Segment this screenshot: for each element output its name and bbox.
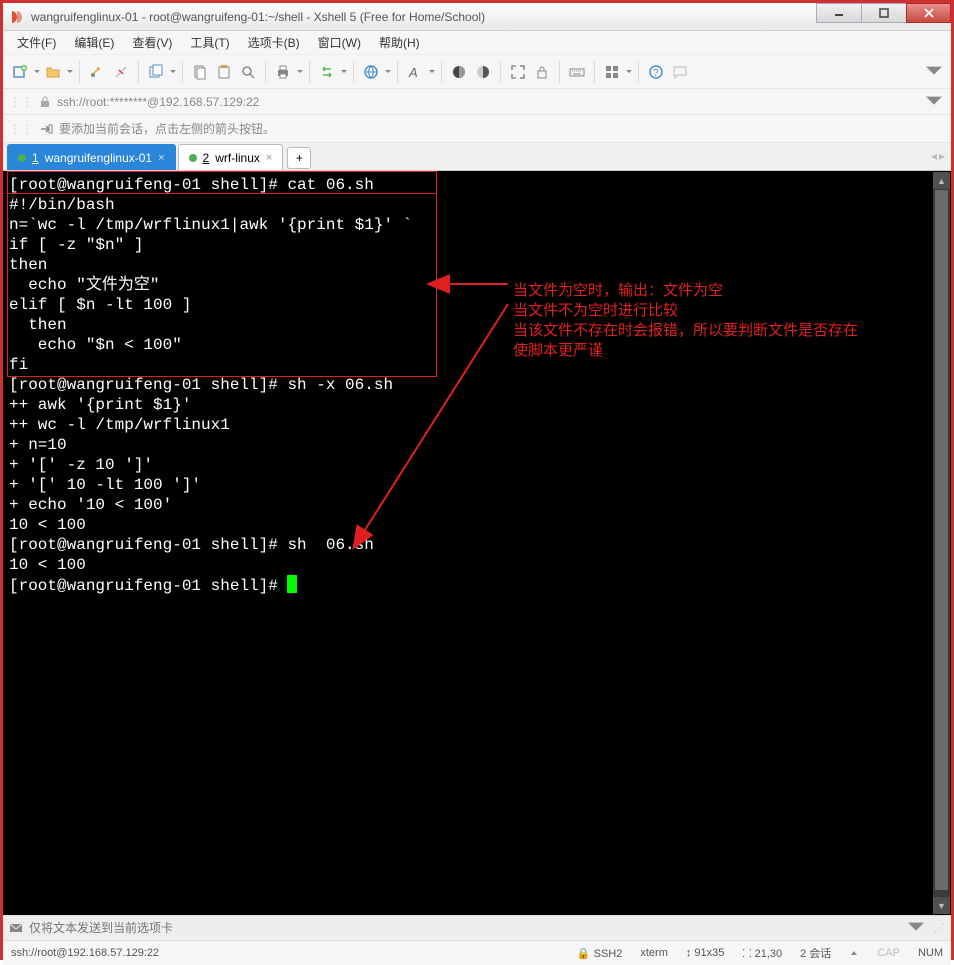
send-grip[interactable]: ⋰ [933, 921, 945, 935]
tabbar: 1 wangruifenglinux-01 × 2 wrf-linux × + … [3, 143, 951, 171]
tab-1[interactable]: 1 wangruifenglinux-01 × [7, 144, 176, 170]
status-dot-icon [189, 154, 197, 162]
menu-tools[interactable]: 工具(T) [182, 32, 237, 53]
paste-button[interactable] [213, 61, 235, 83]
infobar: ⋮⋮ 要添加当前会话，点击左侧的箭头按钮。 [3, 115, 951, 143]
web-button[interactable] [360, 61, 382, 83]
status-ssh: 🔒 SSH2 [577, 947, 623, 960]
tab-1-close[interactable]: × [158, 152, 164, 164]
font-button[interactable]: A [404, 61, 426, 83]
toolbar: A ? [3, 55, 951, 89]
close-button[interactable] [906, 3, 951, 23]
tab-2-label: wrf-linux [215, 151, 260, 165]
reconnect-button[interactable] [86, 61, 108, 83]
menu-tabs[interactable]: 选项卡(B) [240, 32, 308, 53]
status-num: NUM [918, 947, 943, 959]
window-title: wangruifenglinux-01 - root@wangruifeng-0… [31, 10, 485, 24]
infobar-text: 要添加当前会话，点击左侧的箭头按钮。 [59, 120, 275, 137]
annotation-arrows [3, 171, 943, 911]
addressbar: ⋮⋮ ssh://root:********@192.168.57.129:22 [3, 89, 951, 115]
titlebar: wangruifenglinux-01 - root@wangruifeng-0… [3, 3, 951, 31]
statusbar: ssh://root@192.168.57.129:22 🔒 SSH2 xter… [3, 941, 951, 965]
scroll-up[interactable]: ▲ [933, 172, 950, 189]
lock-button[interactable] [531, 61, 553, 83]
lock-icon [39, 96, 51, 108]
open-button[interactable] [42, 61, 64, 83]
menu-edit[interactable]: 编辑(E) [66, 32, 122, 53]
keyboard-button[interactable] [566, 61, 588, 83]
find-button[interactable] [237, 61, 259, 83]
status-address: ssh://root@192.168.57.129:22 [11, 947, 559, 959]
fullscreen-button[interactable] [507, 61, 529, 83]
addressbar-grip[interactable]: ⋮⋮ [9, 95, 33, 109]
menu-file[interactable]: 文件(F) [9, 32, 64, 53]
print-button[interactable] [272, 61, 294, 83]
status-pos: ⸬ 21,30 [742, 946, 782, 961]
terminal-scrollbar[interactable]: ▲ ▼ [933, 172, 950, 914]
toolbar-overflow[interactable] [923, 61, 945, 83]
infobar-grip[interactable]: ⋮⋮ [9, 122, 33, 136]
tab-2[interactable]: 2 wrf-linux × [178, 144, 284, 170]
color2-button[interactable] [472, 61, 494, 83]
tab-nav: ◂ ▸ [931, 149, 945, 163]
tile-button[interactable] [601, 61, 623, 83]
send-icon[interactable] [9, 921, 23, 935]
color1-button[interactable] [448, 61, 470, 83]
status-term: xterm [640, 947, 668, 959]
status-sessions: 2 会话 [800, 945, 831, 961]
menu-help[interactable]: 帮助(H) [371, 32, 428, 53]
menu-view[interactable]: 查看(V) [124, 32, 180, 53]
transfer-button[interactable] [316, 61, 338, 83]
properties-button[interactable] [145, 61, 167, 83]
tab-1-index: 1 [32, 151, 39, 165]
menu-window[interactable]: 窗口(W) [310, 32, 369, 53]
svg-text:?: ? [653, 68, 659, 79]
tab-2-index: 2 [203, 151, 210, 165]
menubar: 文件(F) 编辑(E) 查看(V) 工具(T) 选项卡(B) 窗口(W) 帮助(… [3, 31, 951, 55]
scroll-thumb[interactable] [935, 190, 948, 890]
send-input[interactable] [29, 918, 899, 938]
address-dropdown[interactable] [923, 91, 945, 113]
sendbar: ⋰ [3, 915, 951, 941]
status-cap: CAP [877, 947, 900, 959]
copy-button[interactable] [189, 61, 211, 83]
new-session-button[interactable] [9, 61, 31, 83]
tab-2-close[interactable]: × [266, 152, 272, 164]
status-toggle[interactable] [849, 948, 859, 958]
window-controls [816, 3, 951, 23]
tab-1-label: wangruifenglinux-01 [45, 151, 152, 165]
app-icon [9, 9, 25, 25]
scroll-down[interactable]: ▼ [933, 897, 950, 914]
terminal-area[interactable]: [root@wangruifeng-01 shell]# cat 06.sh #… [3, 171, 951, 915]
tab-add-button[interactable]: + [287, 147, 311, 169]
tab-prev[interactable]: ◂ [931, 149, 937, 163]
disconnect-button[interactable] [110, 61, 132, 83]
svg-text:A: A [408, 65, 418, 80]
address-text[interactable]: ssh://root:********@192.168.57.129:22 [57, 95, 917, 109]
add-session-icon[interactable] [39, 122, 53, 136]
tab-next[interactable]: ▸ [939, 149, 945, 163]
chat-button[interactable] [669, 61, 691, 83]
status-dot-icon [18, 154, 26, 162]
send-dropdown[interactable] [905, 917, 927, 939]
minimize-button[interactable] [816, 3, 861, 23]
status-size: ↕ 91x35 [686, 947, 725, 959]
maximize-button[interactable] [861, 3, 906, 23]
help-button[interactable]: ? [645, 61, 667, 83]
